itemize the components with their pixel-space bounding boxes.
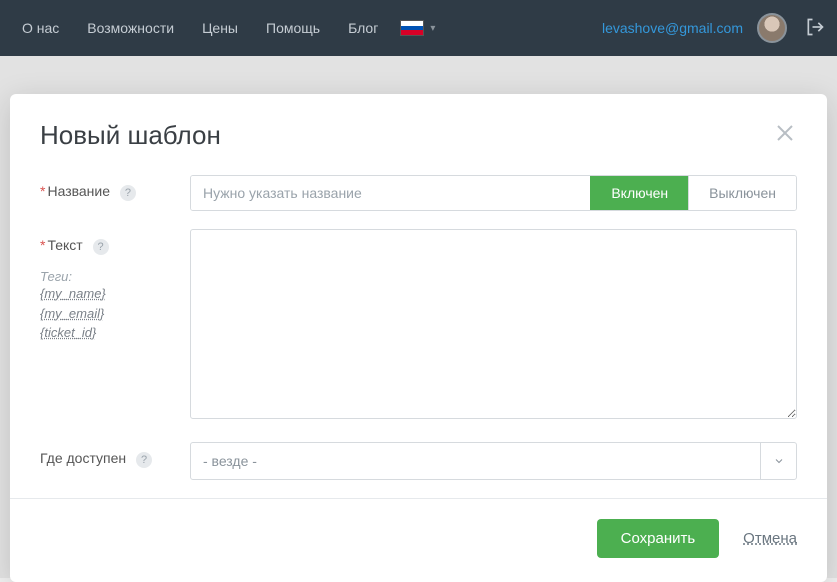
help-icon[interactable]: ? xyxy=(120,185,136,201)
save-button[interactable]: Сохранить xyxy=(597,519,720,558)
nav-blog[interactable]: Блог xyxy=(334,20,392,36)
template-text-input[interactable] xyxy=(190,229,797,419)
user-email-link[interactable]: levashove@gmail.com xyxy=(602,20,743,36)
nav-features[interactable]: Возможности xyxy=(73,20,188,36)
template-name-input[interactable] xyxy=(191,176,590,210)
top-navbar: О нас Возможности Цены Помощь Блог ▾ lev… xyxy=(0,0,837,56)
availability-label: Где доступен ? xyxy=(40,442,190,468)
logout-icon[interactable] xyxy=(805,17,825,40)
help-icon[interactable]: ? xyxy=(93,239,109,255)
nav-pricing[interactable]: Цены xyxy=(188,20,252,36)
nav-links: О нас Возможности Цены Помощь Блог ▾ xyxy=(0,20,435,36)
tag-ticket-id[interactable]: {ticket_id} xyxy=(40,323,190,343)
tag-my-email[interactable]: {my_email} xyxy=(40,304,190,324)
toggle-enabled-button[interactable]: Включен xyxy=(590,176,688,210)
close-icon[interactable] xyxy=(773,121,797,150)
cancel-button[interactable]: Отмена xyxy=(743,530,797,547)
chevron-down-icon xyxy=(760,443,796,479)
tags-heading: Теги: xyxy=(40,269,190,284)
tag-my-name[interactable]: {my_name} xyxy=(40,284,190,304)
modal-title: Новый шаблон xyxy=(40,120,221,151)
avatar[interactable] xyxy=(757,13,787,43)
new-template-modal: Новый шаблон *Название ? Включен Выключе… xyxy=(10,94,827,582)
help-icon[interactable]: ? xyxy=(136,452,152,468)
flag-russia-icon xyxy=(400,20,424,36)
availability-selected-value: - везде - xyxy=(191,453,760,469)
chevron-down-icon: ▾ xyxy=(430,23,435,34)
availability-select[interactable]: - везде - xyxy=(190,442,797,480)
language-selector[interactable]: ▾ xyxy=(400,20,435,36)
nav-help[interactable]: Помощь xyxy=(252,20,334,36)
name-label: *Название ? xyxy=(40,175,190,201)
toggle-disabled-button[interactable]: Выключен xyxy=(688,176,796,210)
nav-about[interactable]: О нас xyxy=(8,20,73,36)
text-label: *Текст ? Теги: {my_name} {my_email} {tic… xyxy=(40,229,190,343)
